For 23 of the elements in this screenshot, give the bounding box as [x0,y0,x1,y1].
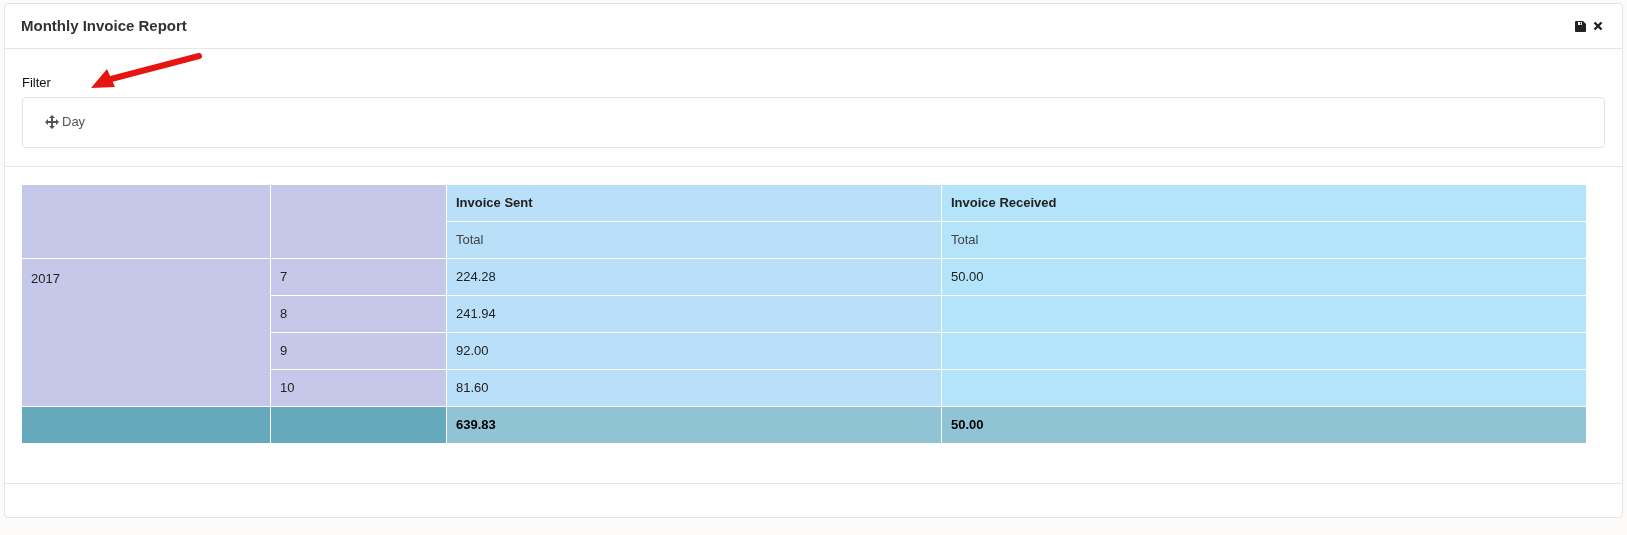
panel-title: Monthly Invoice Report [21,15,187,36]
row-header: 9 [270,332,447,369]
row-group-header: 2017 [21,258,271,406]
value-cell: 241.94 [446,295,942,332]
move-icon [45,115,59,129]
filter-label: Filter [22,74,52,92]
measure-header: Total [446,221,942,258]
measure-header: Total [941,221,1587,258]
close-icon[interactable] [1593,21,1603,31]
row-header: 8 [270,295,447,332]
value-cell: 81.60 [446,369,942,406]
value-cell: 92.00 [446,332,942,369]
row-header: 10 [270,369,447,406]
value-cell: 50.00 [941,258,1587,295]
value-cell: 224.28 [446,258,942,295]
column-header: Invoice Sent [446,184,942,221]
save-icon[interactable] [1575,20,1586,32]
filter-drop-zone[interactable]: Day [22,96,1605,148]
filter-field-chip[interactable]: Day [62,112,86,132]
total-cell: 50.00 [941,406,1587,443]
total-cell: 639.83 [446,406,942,443]
column-header: Invoice Received [941,184,1587,221]
row-header: 7 [270,258,447,295]
